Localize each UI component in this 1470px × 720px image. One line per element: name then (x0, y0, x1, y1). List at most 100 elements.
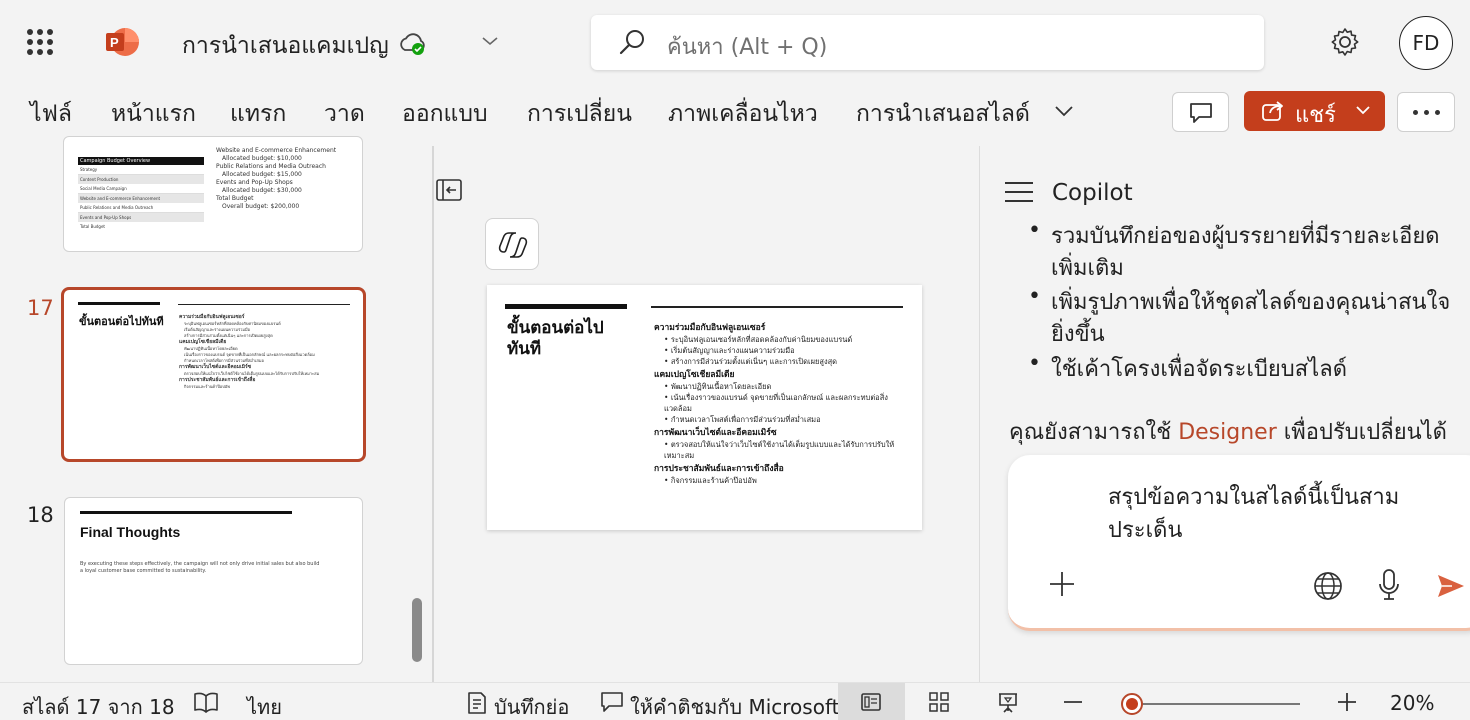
powerpoint-logo-icon: P (106, 28, 139, 56)
feedback-icon (601, 692, 623, 712)
settings-gear-icon[interactable] (1329, 26, 1361, 58)
table-header: Campaign Budget Overview (78, 157, 204, 165)
search-box[interactable]: ค้นหา (Alt + Q) (591, 15, 1264, 70)
menu-icon[interactable] (1005, 182, 1033, 204)
table-row: Total Budget (80, 224, 105, 229)
more-options-button[interactable] (1397, 92, 1455, 132)
section-heading: การประชาสัมพันธ์และการเข้าถึงสื่อ (179, 377, 256, 383)
chevron-down-icon[interactable] (1053, 100, 1075, 122)
language[interactable]: ไทย (247, 691, 282, 720)
tab-insert[interactable]: แทรก (230, 96, 286, 132)
response-line: รวมบันทึกย่อของผู้บรรยายที่มีรายละเอียด (1051, 224, 1440, 249)
title-rule (80, 511, 292, 514)
list-item: Website and E-commerce Enhancement (216, 147, 337, 154)
response-line: เพิ่มเติม (1051, 256, 1124, 281)
share-button[interactable]: แชร์ (1244, 91, 1385, 131)
collapse-pane-icon[interactable] (435, 176, 463, 204)
designer-link[interactable]: Designer (1178, 420, 1277, 445)
app-launcher-icon[interactable] (27, 29, 53, 55)
normal-view-button[interactable] (838, 683, 905, 720)
document-title[interactable]: การนำเสนอแคมเปญ (182, 28, 389, 64)
slide-sorter-icon[interactable] (928, 691, 950, 713)
table-row: Events and Pop-Up Shops (78, 213, 204, 222)
pane-divider[interactable] (432, 146, 434, 682)
zoom-out-icon[interactable] (1062, 697, 1084, 707)
microphone-icon[interactable] (1378, 568, 1400, 602)
list-item-text: กิจกรรมและร้านค้าป๊อปอัพ (670, 476, 757, 485)
list-item: • กำหนดเวลาโพสต์เพื่อการมีส่วนร่วมที่สม่… (664, 415, 821, 424)
feedback-button[interactable]: ให้คำติชมกับ Microsoft (630, 691, 839, 720)
table-row: Social Media Campaign (78, 184, 204, 194)
list-item-text: ระบุอินฟลูเอนเซอร์หลักที่สอดคล้องกับค่าน… (670, 335, 853, 344)
designer-hint: คุณยังสามารถใช้ Designer เพื่อปรับเปลี่ย… (1009, 414, 1447, 449)
list-item-text: เน้นเรื่องราวของแบรนด์ จุดขายที่เป็นเอกล… (664, 393, 888, 413)
zoom-slider-track[interactable] (1132, 703, 1300, 705)
response-line: ยิ่งขึ้น (1051, 322, 1105, 347)
list-item: กิจกรรมและร้านค้าป๊อปอัพ (184, 384, 230, 389)
tab-file[interactable]: ไฟล์ (30, 96, 72, 132)
presenter-view-icon[interactable] (996, 691, 1020, 715)
slide-thumbnail-18[interactable]: Final Thoughts By executing these steps … (64, 497, 363, 665)
send-icon[interactable] (1436, 572, 1466, 600)
slide-thumbnails-pane[interactable]: Campaign Budget Overview Strategy Conten… (0, 136, 432, 682)
title-rule (505, 304, 627, 309)
copilot-slide-button[interactable] (485, 218, 539, 270)
list-item: • พัฒนาปฏิทินเนื้อหาโดยละเอียด (664, 382, 772, 391)
table-row: Content Production (78, 175, 204, 184)
slide-position[interactable]: สไลด์ 17 จาก 18 (22, 691, 175, 720)
section-heading: ความร่วมมือกับอินฟลูเอนเซอร์ (654, 323, 766, 333)
slide-thumbnail-17-selected[interactable]: ขั้นตอนต่อไปทันที ความร่วมมือกับอินฟลูเอ… (61, 287, 366, 462)
thumbnail-scrollbar[interactable] (412, 598, 422, 662)
globe-icon[interactable] (1312, 570, 1344, 602)
slide-body: ความร่วมมือกับอินฟลูเอนเซอร์ • ระบุอินฟล… (654, 322, 914, 486)
slide-title: ขั้นตอนต่อไป ทันที (507, 318, 604, 360)
current-slide-canvas[interactable]: ขั้นตอนต่อไป ทันที ความร่วมมือกับอินฟลูเ… (487, 285, 922, 530)
tab-slideshow[interactable]: การนำเสนอสไลด์ (856, 96, 1030, 132)
search-icon (619, 30, 644, 55)
slide-body: ความร่วมมือกับอินฟลูเอนเซอร์ ระบุอินฟลูเ… (179, 314, 354, 390)
section-heading: การประชาสัมพันธ์และการเข้าถึงสื่อ (654, 464, 784, 474)
list-item: • สร้างการมีส่วนร่วมตั้งแต่เนิ่นๆ และการ… (664, 357, 838, 366)
slide-number: 17 (27, 296, 54, 320)
cloud-saved-icon (400, 33, 425, 55)
copilot-prompt-box[interactable]: สรุปข้อความในสไลด์นี้เป็นสามประเด็น (1008, 455, 1470, 631)
user-avatar[interactable]: FD (1399, 16, 1453, 70)
prompt-input[interactable]: สรุปข้อความในสไลด์นี้เป็นสามประเด็น (1108, 481, 1448, 547)
normal-view-icon (861, 693, 881, 711)
zoom-slider-thumb[interactable] (1121, 693, 1143, 715)
section-heading: แคมเปญโซเชียลมีเดีย (654, 370, 735, 380)
slide-thumbnail-16[interactable]: Campaign Budget Overview Strategy Conten… (63, 136, 363, 252)
list-item-text: ตรวจสอบให้แน่ใจว่าเว็บไซต์ใช้งานได้เต็มร… (664, 440, 895, 460)
list-item-text: พัฒนาปฏิทินเนื้อหาโดยละเอียด (670, 382, 772, 391)
tab-home[interactable]: หน้าแรก (111, 96, 196, 132)
tab-design[interactable]: ออกแบบ (402, 96, 488, 132)
chevron-down-icon[interactable] (481, 34, 499, 48)
list-item: • ระบุอินฟลูเอนเซอร์หลักที่สอดคล้องกับค่… (664, 335, 853, 344)
accessibility-book-icon[interactable] (193, 691, 219, 713)
bullet-dot: • (1028, 218, 1041, 243)
content-rule (651, 306, 903, 308)
comments-button[interactable] (1172, 92, 1229, 132)
section-heading: แคมเปญโซเชียลมีเดีย (179, 339, 227, 345)
list-item: • ตรวจสอบให้แน่ใจว่าเว็บไซต์ใช้งานได้เต็… (664, 440, 895, 460)
zoom-level[interactable]: 20% (1390, 691, 1434, 715)
status-bar: สไลด์ 17 จาก 18 ไทย บันทึกย่อ ให้คำติชมก… (0, 682, 1470, 720)
notes-button[interactable]: บันทึกย่อ (494, 691, 569, 720)
add-icon[interactable] (1048, 570, 1076, 598)
tab-draw[interactable]: วาด (324, 96, 365, 132)
tab-transitions[interactable]: การเปลี่ยน (527, 96, 632, 132)
table-row: Website and E-commerce Enhancement (78, 194, 204, 203)
designer-suffix: เพื่อปรับเปลี่ยนได้ (1276, 420, 1447, 445)
slide-title-line: ทันที (507, 339, 542, 359)
list-item: Overall budget: $200,000 (222, 203, 300, 210)
list-item: • กิจกรรมและร้านค้าป๊อปอัพ (664, 476, 757, 485)
share-icon (1262, 101, 1283, 121)
zoom-in-icon[interactable] (1336, 691, 1358, 713)
list-item-text: กำหนดเวลาโพสต์เพื่อการมีส่วนร่วมที่สม่ำเ… (670, 415, 821, 424)
slide-title: Final Thoughts (80, 524, 181, 540)
svg-text:P: P (110, 35, 119, 50)
tab-animations[interactable]: ภาพเคลื่อนไหว (668, 96, 818, 132)
table-row: Strategy (78, 165, 204, 175)
section-heading: การพัฒนาเว็บไซต์และอีคอมเมิร์ซ (654, 428, 777, 438)
section-heading: ความร่วมมือกับอินฟลูเอนเซอร์ (179, 314, 245, 320)
